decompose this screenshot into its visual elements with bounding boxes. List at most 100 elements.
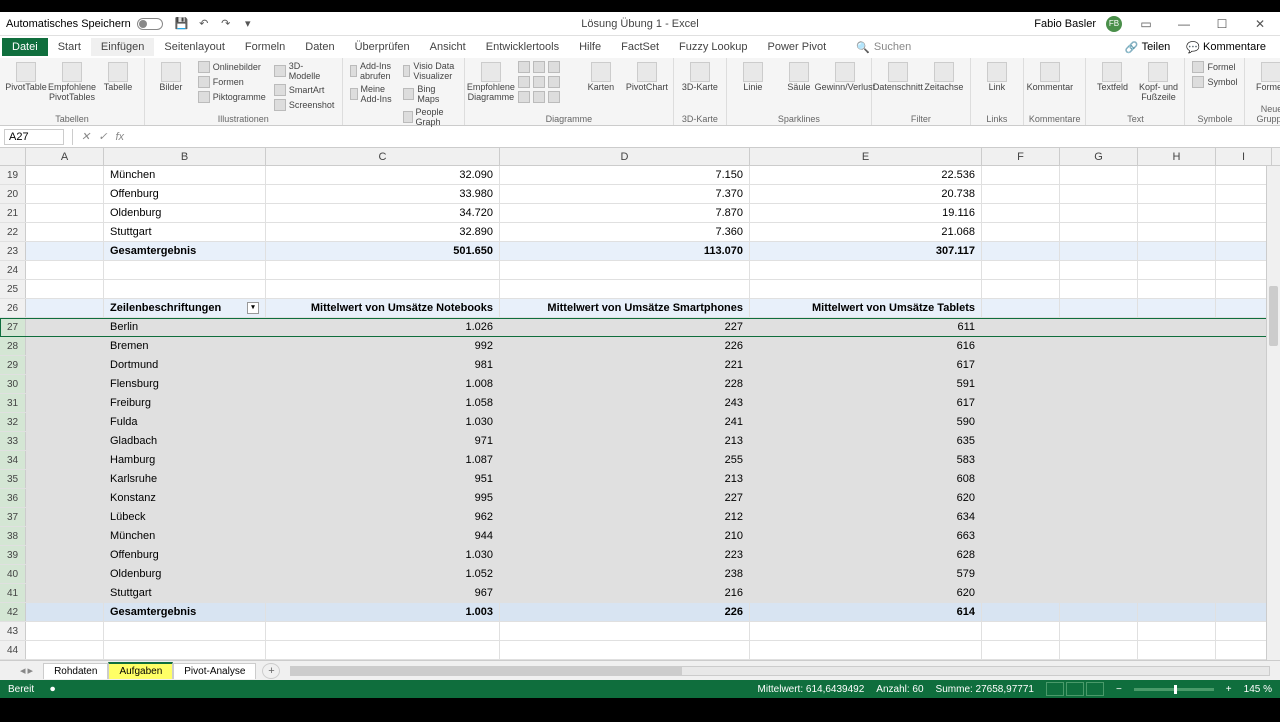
cell[interactable]: 212 xyxy=(500,508,750,526)
cell[interactable] xyxy=(1138,546,1216,564)
cell[interactable] xyxy=(1216,584,1272,602)
maps-button[interactable]: Karten xyxy=(580,60,622,93)
tab-seitenlayout[interactable]: Seitenlayout xyxy=(154,38,235,56)
cell[interactable] xyxy=(26,166,104,184)
view-normal-icon[interactable] xyxy=(1046,682,1064,696)
cell[interactable]: 223 xyxy=(500,546,750,564)
cell[interactable] xyxy=(982,546,1060,564)
row-header[interactable]: 36 xyxy=(0,489,26,507)
cell[interactable]: 951 xyxy=(266,470,500,488)
pivotchart-button[interactable]: PivotChart xyxy=(626,60,668,93)
cell[interactable] xyxy=(1216,394,1272,412)
row-header[interactable]: 26 xyxy=(0,299,26,317)
cell[interactable] xyxy=(1138,280,1216,298)
cell[interactable] xyxy=(1060,318,1138,336)
cell[interactable]: 1.003 xyxy=(266,603,500,621)
cell[interactable]: Flensburg xyxy=(104,375,266,393)
cell[interactable] xyxy=(1216,470,1272,488)
cell[interactable] xyxy=(266,261,500,279)
cell[interactable] xyxy=(750,641,982,659)
cell[interactable] xyxy=(1138,261,1216,279)
table-row[interactable]: 24 xyxy=(0,261,1280,280)
cell[interactable] xyxy=(1216,508,1272,526)
row-header[interactable]: 22 xyxy=(0,223,26,241)
cell[interactable] xyxy=(26,318,104,336)
cell[interactable]: 967 xyxy=(266,584,500,602)
tab-factset[interactable]: FactSet xyxy=(611,38,669,56)
cell[interactable] xyxy=(104,280,266,298)
cell[interactable] xyxy=(982,356,1060,374)
cell[interactable]: 19.116 xyxy=(750,204,982,222)
cell[interactable] xyxy=(1060,280,1138,298)
cell[interactable] xyxy=(1060,223,1138,241)
cell[interactable] xyxy=(750,280,982,298)
cell[interactable]: 579 xyxy=(750,565,982,583)
cell[interactable] xyxy=(104,641,266,659)
cell[interactable] xyxy=(1138,223,1216,241)
cell[interactable]: Lübeck xyxy=(104,508,266,526)
row-header[interactable]: 23 xyxy=(0,242,26,260)
row-header[interactable]: 35 xyxy=(0,470,26,488)
peoplegraph-button[interactable]: People Graph xyxy=(401,106,459,128)
sheet-nav-prev-icon[interactable]: ◂ xyxy=(20,664,26,677)
zoom-level[interactable]: 145 % xyxy=(1244,684,1272,695)
cell[interactable] xyxy=(1060,413,1138,431)
cell[interactable] xyxy=(1138,413,1216,431)
cell[interactable] xyxy=(1138,489,1216,507)
comment-button[interactable]: Kommentar xyxy=(1029,60,1071,93)
cell[interactable] xyxy=(1060,375,1138,393)
cell[interactable]: 583 xyxy=(750,451,982,469)
cell[interactable] xyxy=(26,565,104,583)
pivottable-button[interactable]: PivotTable xyxy=(5,60,47,93)
cell[interactable] xyxy=(26,508,104,526)
vertical-scrollbar[interactable] xyxy=(1266,166,1280,660)
cell[interactable] xyxy=(1138,641,1216,659)
cell[interactable] xyxy=(1216,641,1272,659)
row-header[interactable]: 41 xyxy=(0,584,26,602)
filter-dropdown-icon[interactable]: ▾ xyxy=(247,302,259,314)
enter-icon[interactable]: ✓ xyxy=(94,130,111,143)
cell[interactable]: 226 xyxy=(500,337,750,355)
cell[interactable] xyxy=(1216,299,1272,317)
cell[interactable]: Mittelwert von Umsätze Smartphones xyxy=(500,299,750,317)
col-g[interactable]: G xyxy=(1060,148,1138,165)
tab-ueberpruefen[interactable]: Überprüfen xyxy=(345,38,420,56)
cell[interactable] xyxy=(500,261,750,279)
cell[interactable] xyxy=(1216,166,1272,184)
row-header[interactable]: 34 xyxy=(0,451,26,469)
cell[interactable] xyxy=(1138,166,1216,184)
tab-hilfe[interactable]: Hilfe xyxy=(569,38,611,56)
cell[interactable] xyxy=(1216,413,1272,431)
cell[interactable]: 944 xyxy=(266,527,500,545)
cell[interactable] xyxy=(1060,204,1138,222)
chart-type-1[interactable] xyxy=(516,60,576,74)
cell[interactable] xyxy=(1216,432,1272,450)
cell[interactable]: 241 xyxy=(500,413,750,431)
recommended-pivot-button[interactable]: Empfohlene PivotTables xyxy=(51,60,93,103)
cell[interactable] xyxy=(26,356,104,374)
cell[interactable] xyxy=(104,622,266,640)
cell[interactable]: Freiburg xyxy=(104,394,266,412)
cell[interactable] xyxy=(1060,261,1138,279)
add-sheet-button[interactable]: + xyxy=(262,663,280,679)
row-header[interactable]: 39 xyxy=(0,546,26,564)
table-row[interactable]: 23Gesamtergebnis501.650113.070307.117 xyxy=(0,242,1280,261)
cell[interactable] xyxy=(1216,603,1272,621)
undo-icon[interactable]: ↶ xyxy=(197,17,211,31)
cell[interactable]: 22.536 xyxy=(750,166,982,184)
cell[interactable]: München xyxy=(104,527,266,545)
cell[interactable]: 620 xyxy=(750,489,982,507)
cell[interactable] xyxy=(500,622,750,640)
row-header[interactable]: 19 xyxy=(0,166,26,184)
cell[interactable] xyxy=(1060,185,1138,203)
cell[interactable] xyxy=(26,394,104,412)
cell[interactable]: 616 xyxy=(750,337,982,355)
screenshot-button[interactable]: Screenshot xyxy=(272,98,337,112)
cell[interactable] xyxy=(1060,337,1138,355)
cell[interactable]: München xyxy=(104,166,266,184)
cell[interactable] xyxy=(982,489,1060,507)
row-header[interactable]: 21 xyxy=(0,204,26,222)
cell[interactable]: 590 xyxy=(750,413,982,431)
cell[interactable]: 226 xyxy=(500,603,750,621)
cell[interactable]: 20.738 xyxy=(750,185,982,203)
